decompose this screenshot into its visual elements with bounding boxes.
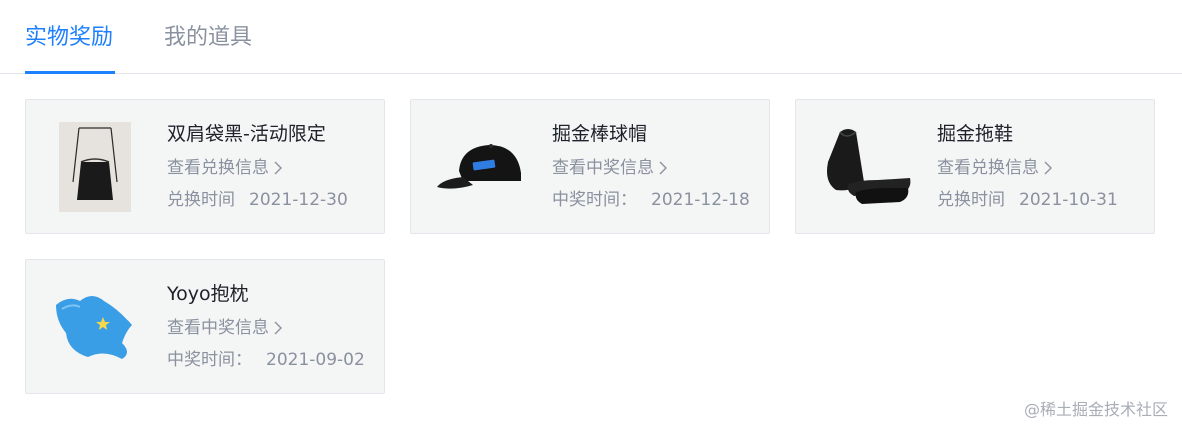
- time-label: 中奖时间：: [167, 350, 252, 370]
- view-exchange-link[interactable]: 查看兑换信息: [937, 156, 1053, 180]
- time-date: 2021-12-18: [651, 190, 750, 210]
- watermark: @稀土掘金技术社区: [1023, 400, 1168, 419]
- reward-time: 兑换时间 2021-12-30: [167, 188, 348, 212]
- time-label: 兑换时间: [167, 190, 235, 210]
- reward-name: 掘金拖鞋: [937, 123, 1014, 145]
- reward-card-pillow[interactable]: Yoyo抱枕 查看中奖信息 中奖时间： 2021-09-02: [25, 259, 385, 394]
- chevron-right-icon: [274, 321, 282, 335]
- time-date: 2021-12-30: [249, 190, 348, 210]
- slippers-image: [818, 122, 912, 212]
- tab-physical-rewards[interactable]: 实物奖励: [25, 22, 113, 54]
- time-label: 兑换时间: [937, 190, 1005, 210]
- time-label: 中奖时间：: [552, 190, 637, 210]
- reward-card-slippers[interactable]: 掘金拖鞋 查看兑换信息 兑换时间 2021-10-31: [795, 99, 1155, 234]
- time-date: 2021-10-31: [1019, 190, 1118, 210]
- tab-my-props[interactable]: 我的道具: [164, 22, 252, 54]
- pillow-image: [48, 282, 142, 372]
- chevron-right-icon: [659, 161, 667, 175]
- reward-time: 中奖时间： 2021-09-02: [167, 348, 365, 372]
- link-label: 查看兑换信息: [937, 158, 1039, 178]
- reward-card-backpack[interactable]: 双肩袋黑-活动限定 查看兑换信息 兑换时间 2021-12-30: [25, 99, 385, 234]
- view-winning-link[interactable]: 查看中奖信息: [552, 156, 668, 180]
- chevron-right-icon: [1044, 161, 1052, 175]
- reward-name: Yoyo抱枕: [167, 283, 249, 305]
- link-label: 查看中奖信息: [167, 318, 269, 338]
- active-tab-indicator: [25, 71, 115, 74]
- reward-time: 中奖时间： 2021-12-18: [552, 188, 750, 212]
- backpack-image: [48, 122, 142, 212]
- view-exchange-link[interactable]: 查看兑换信息: [167, 156, 283, 180]
- reward-card-cap[interactable]: 掘金棒球帽 查看中奖信息 中奖时间： 2021-12-18: [410, 99, 770, 234]
- reward-name: 掘金棒球帽: [552, 123, 648, 145]
- tab-bar: 实物奖励 我的道具: [0, 0, 1182, 74]
- link-label: 查看兑换信息: [167, 158, 269, 178]
- reward-time: 兑换时间 2021-10-31: [937, 188, 1118, 212]
- view-winning-link[interactable]: 查看中奖信息: [167, 316, 283, 340]
- cap-image: [433, 122, 527, 212]
- time-date: 2021-09-02: [266, 350, 365, 370]
- reward-name: 双肩袋黑-活动限定: [167, 123, 326, 145]
- link-label: 查看中奖信息: [552, 158, 654, 178]
- chevron-right-icon: [274, 161, 282, 175]
